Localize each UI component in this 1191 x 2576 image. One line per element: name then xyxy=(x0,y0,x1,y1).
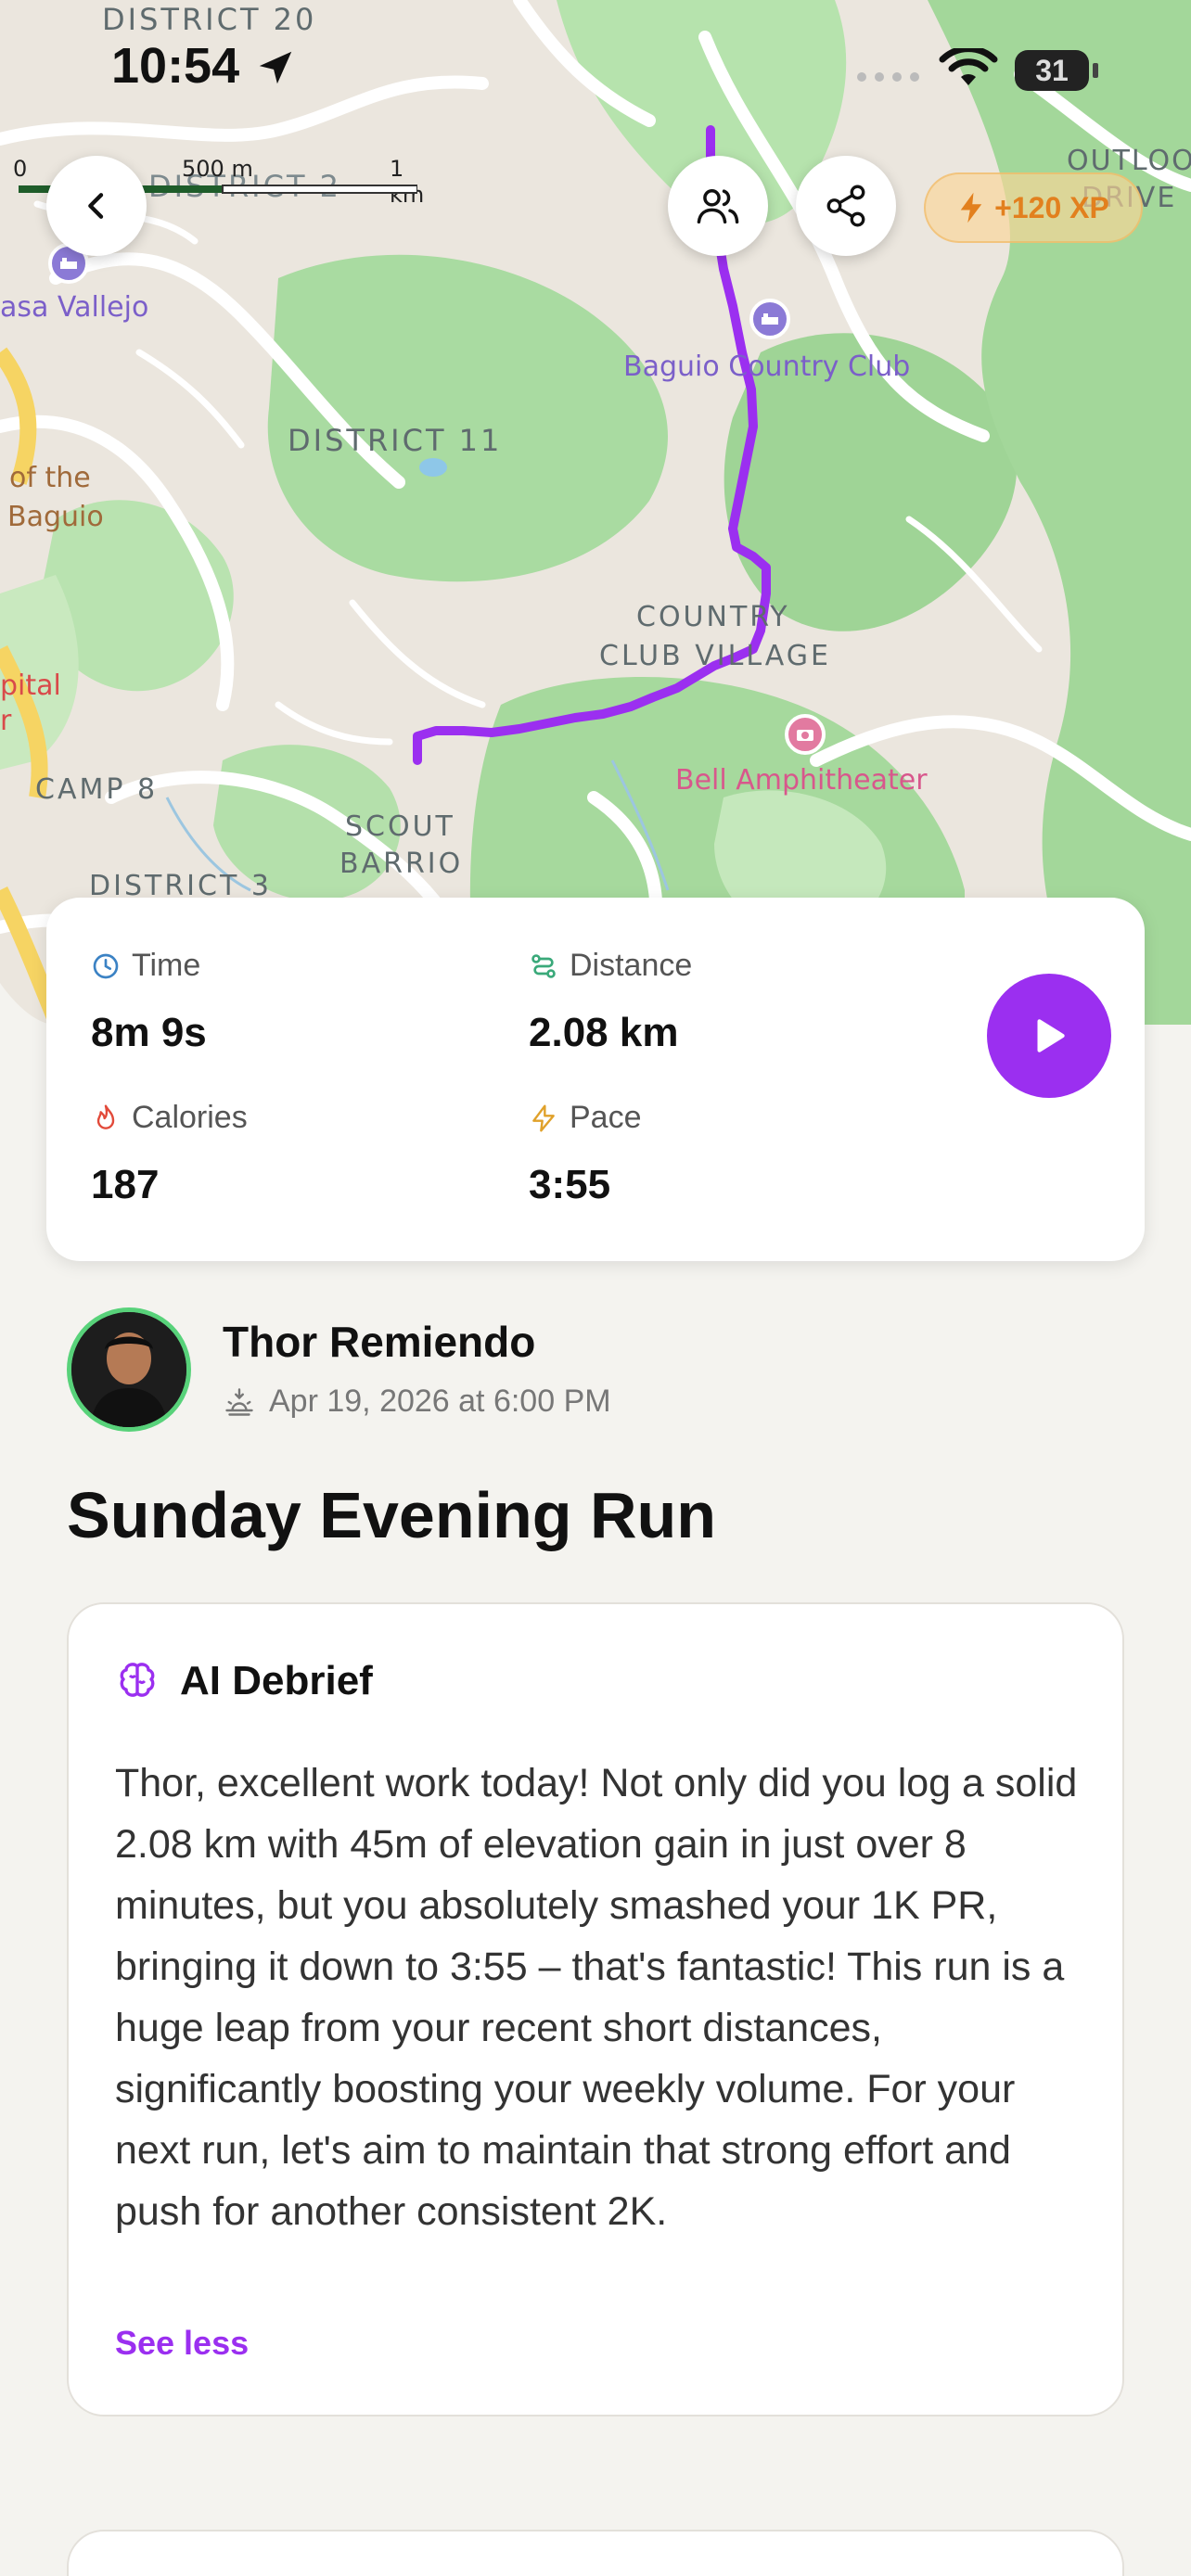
stat-value: 8m 9s xyxy=(91,1010,207,1055)
run-date: Apr 19, 2026 at 6:00 PM xyxy=(223,1384,611,1420)
map-area-label: COUNTRY xyxy=(636,601,790,633)
stat-label: Time xyxy=(132,948,201,983)
brain-icon xyxy=(120,1663,155,1697)
share-icon xyxy=(826,185,865,227)
status-time: 10:54 xyxy=(111,38,240,94)
hotel-pin-icon[interactable] xyxy=(749,299,790,339)
poi-label[interactable]: asa Vallejo xyxy=(0,291,148,324)
ai-debrief-card: AI Debrief Thor, excellent work today! N… xyxy=(67,1602,1124,2417)
map-area-label: SCOUT xyxy=(345,810,455,843)
avatar[interactable] xyxy=(67,1307,191,1432)
battery-indicator: 31 xyxy=(1015,50,1089,91)
play-replay-button[interactable] xyxy=(987,974,1111,1098)
lightning-icon xyxy=(532,1103,555,1132)
stat-label: Calories xyxy=(132,1100,248,1135)
participants-button[interactable] xyxy=(668,156,768,256)
poi-label: r xyxy=(0,705,12,737)
ai-debrief-title: AI Debrief xyxy=(180,1658,373,1703)
stat-pace: Pace 3:55 xyxy=(529,1100,642,1208)
wifi-icon xyxy=(939,48,998,85)
run-title: Sunday Evening Run xyxy=(67,1479,717,1551)
stat-time: Time 8m 9s xyxy=(91,948,207,1056)
next-section-card xyxy=(67,2530,1124,2576)
scale-label: 1 km xyxy=(390,156,425,208)
ai-debrief-text: Thor, excellent work today! Not only did… xyxy=(115,1761,1078,2234)
sunset-icon xyxy=(225,1387,253,1416)
map-area-label: BARRIO xyxy=(339,848,464,880)
play-icon xyxy=(1037,1019,1065,1052)
camera-pin-icon[interactable] xyxy=(785,714,826,755)
scale-label: 500 m xyxy=(182,156,253,182)
xp-badge-label: +120 XP xyxy=(994,190,1109,224)
avatar-image xyxy=(71,1312,186,1427)
stat-value: 187 xyxy=(91,1162,160,1207)
poi-label: of the xyxy=(9,462,91,494)
clock-icon xyxy=(93,953,119,978)
stat-value: 3:55 xyxy=(529,1162,611,1207)
back-button[interactable] xyxy=(46,156,147,256)
poi-label[interactable]: Bell Amphitheater xyxy=(675,764,928,797)
ai-debrief-header: AI Debrief xyxy=(115,1658,373,1704)
map-area-label: CAMP 8 xyxy=(35,773,159,806)
poi-label[interactable]: Baguio Country Club xyxy=(623,351,910,383)
see-less-link[interactable]: See less xyxy=(115,2324,249,2363)
xp-badge[interactable]: +120 XP xyxy=(924,172,1143,243)
run-stats-card: Time 8m 9s Distance 2.08 km Calories 187 xyxy=(46,898,1145,1261)
poi-label: Baguio xyxy=(7,501,104,533)
users-icon xyxy=(697,189,739,224)
poi-label: pital xyxy=(0,670,61,702)
route-map[interactable]: DISTRICT 20 DISTRICT 2 DISTRICT 11 COUNT… xyxy=(0,0,1191,1025)
signal-icon xyxy=(857,72,919,82)
flame-icon xyxy=(96,1103,115,1129)
battery-tip xyxy=(1093,63,1098,78)
map-area-label: DISTRICT 11 xyxy=(288,423,503,458)
stat-value: 2.08 km xyxy=(529,1010,679,1055)
location-arrow-icon xyxy=(259,51,292,84)
route-icon xyxy=(531,953,556,978)
stat-calories: Calories 187 xyxy=(91,1100,248,1208)
map-area-label: DISTRICT 20 xyxy=(102,2,317,37)
chevron-left-icon xyxy=(88,193,104,219)
scale-label: 0 xyxy=(13,156,28,182)
share-button[interactable] xyxy=(796,156,896,256)
run-date-text: Apr 19, 2026 at 6:00 PM xyxy=(269,1384,611,1419)
map-area-label: CLUB VILLAGE xyxy=(599,640,831,672)
user-name[interactable]: Thor Remiendo xyxy=(223,1317,535,1367)
stat-label: Pace xyxy=(570,1100,642,1135)
stat-label: Distance xyxy=(570,948,693,983)
lightning-icon xyxy=(960,192,982,223)
stat-distance: Distance 2.08 km xyxy=(529,948,692,1056)
